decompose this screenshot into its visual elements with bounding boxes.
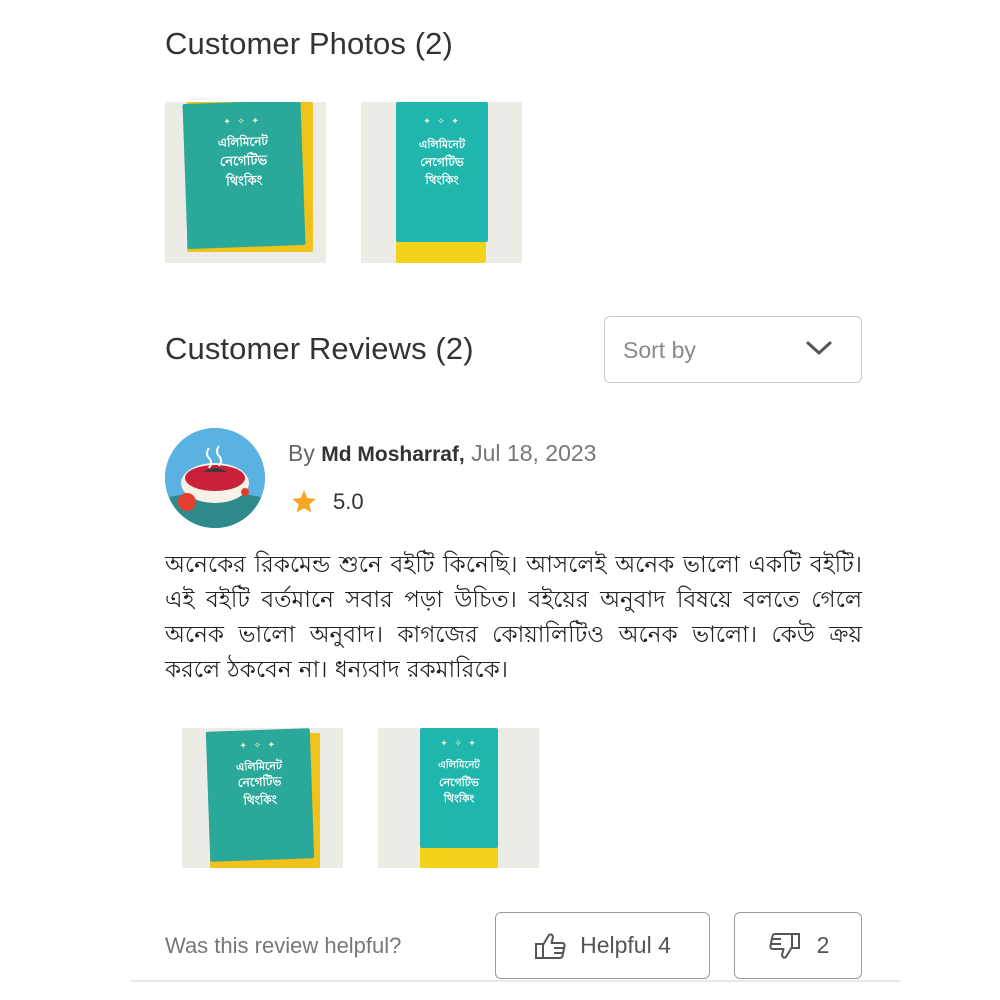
book-cover: ✦ ✧ ✦ এলিমিনেট নেগেটিভ থিংকিং bbox=[182, 102, 306, 250]
cover-title-line: এলিমিনেট bbox=[438, 760, 480, 771]
sort-by-dropdown[interactable]: Sort by bbox=[604, 316, 862, 383]
cover-stars-decor: ✦ ✧ ✦ bbox=[223, 115, 262, 127]
cover-stars-decor: ✦ ✧ ✦ bbox=[239, 739, 278, 751]
not-helpful-count: 2 bbox=[816, 932, 830, 958]
helpful-question: Was this review helpful? bbox=[165, 933, 402, 958]
helpful-label: Helpful 4 bbox=[580, 932, 671, 958]
cover-stars-decor: ✦ ✧ ✦ bbox=[440, 738, 478, 748]
cover-stars-decor: ✦ ✧ ✦ bbox=[423, 116, 461, 126]
cover-title-line: এলিমিনেট bbox=[419, 138, 465, 151]
sort-by-label: Sort by bbox=[623, 337, 696, 363]
thumbs-down-icon bbox=[769, 932, 800, 959]
book-stack-decor bbox=[420, 846, 498, 868]
avatar-image bbox=[165, 428, 265, 528]
customer-photo-2[interactable]: ✦ ✧ ✦ এলিমিনেট নেগেটিভ থিংকিং bbox=[361, 102, 522, 263]
book-cover: ✦ ✧ ✦ এলিমিনেট নেগেটিভ থিংকিং bbox=[396, 102, 488, 242]
customer-photo-1[interactable]: ✦ ✧ ✦ এলিমিনেট নেগেটিভ থিংকিং bbox=[165, 102, 326, 263]
cover-title-line: থিংকিং bbox=[243, 792, 278, 808]
thumbs-up-icon bbox=[535, 932, 566, 959]
review-rating: 5.0 bbox=[290, 487, 364, 517]
review-meta: By Md Mosharraf, Jul 18, 2023 bbox=[288, 440, 596, 467]
cover-title-line: থিংকিং bbox=[225, 173, 263, 190]
customer-reviews-title: Customer Reviews (2) bbox=[165, 331, 474, 366]
cover-title-line: নেগেটিভ bbox=[420, 155, 464, 169]
not-helpful-button[interactable]: 2 bbox=[734, 912, 862, 979]
cover-title-line: থিংকিং bbox=[443, 792, 475, 805]
review-photo-1[interactable]: ✦ ✧ ✦ এলিমিনেট নেগেটিভ থিংকিং bbox=[182, 728, 343, 868]
avatar bbox=[165, 428, 265, 528]
helpful-button[interactable]: Helpful 4 bbox=[495, 912, 710, 979]
book-cover: ✦ ✧ ✦ এলিমিনেট নেগেটিভ থিংকিং bbox=[420, 728, 498, 848]
bottom-divider bbox=[130, 980, 900, 982]
review-text: অনেকের রিকমেন্ড শুনে বইটি কিনেছি। আসলেই … bbox=[165, 552, 862, 683]
chevron-down-icon bbox=[806, 341, 832, 355]
review-author[interactable]: Md Mosharraf, bbox=[321, 443, 465, 466]
book-cover: ✦ ✧ ✦ এলিমিনেট নেগেটিভ থিংকিং bbox=[205, 728, 315, 862]
review-photo-2[interactable]: ✦ ✧ ✦ এলিমিনেট নেগেটিভ থিংকিং bbox=[378, 728, 539, 868]
book-stack-decor bbox=[396, 240, 486, 263]
review-date: Jul 18, 2023 bbox=[471, 440, 597, 466]
cover-title-line: থিংকিং bbox=[425, 173, 459, 187]
star-icon bbox=[292, 490, 316, 513]
review-by-prefix: By bbox=[288, 440, 315, 466]
rating-value: 5.0 bbox=[333, 489, 364, 514]
customer-photos-title: Customer Photos (2) bbox=[165, 26, 453, 61]
